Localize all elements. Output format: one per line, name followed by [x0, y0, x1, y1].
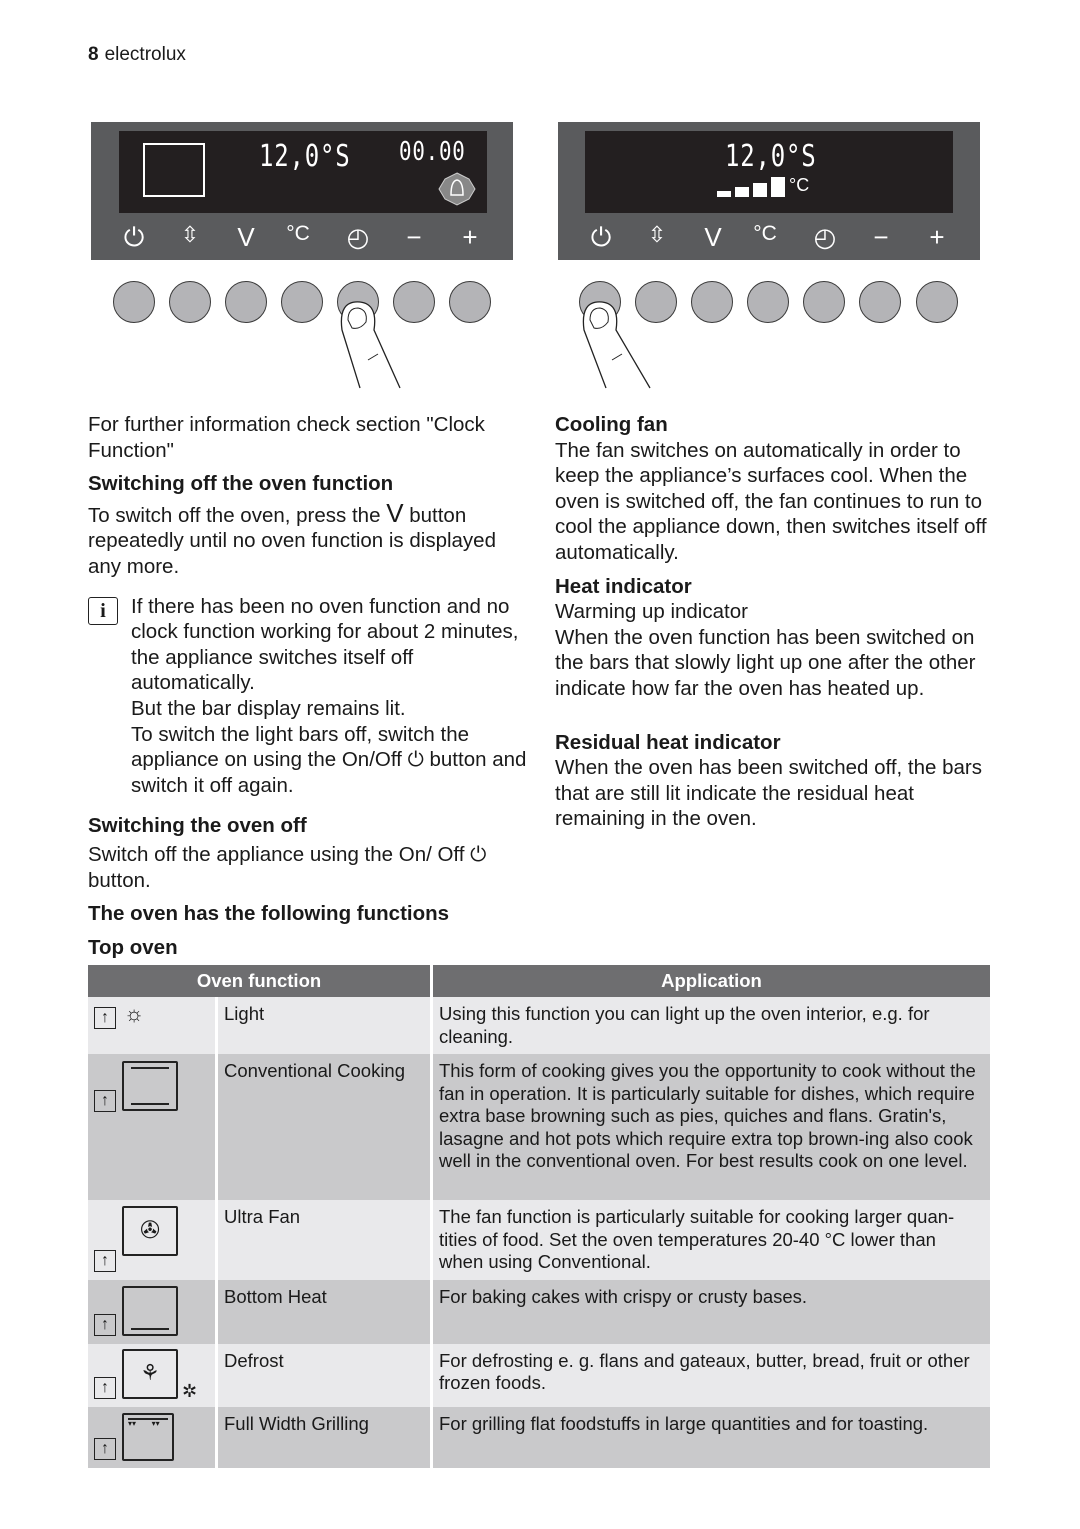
power-icon: ⏻ — [123, 222, 145, 252]
bell-icon — [438, 172, 476, 206]
light-icon: ↑ ☼ — [88, 997, 218, 1054]
right-column: Cooling fan The fan switches on automati… — [555, 412, 995, 832]
display: 12,0°S °C — [585, 131, 953, 213]
info-note: i If there has been no oven function and… — [88, 594, 528, 799]
v-icon: V — [386, 497, 404, 528]
function-name: Ultra Fan — [218, 1200, 433, 1280]
left-column: For further information check section "C… — [88, 412, 528, 960]
function-name: Bottom Heat — [218, 1279, 433, 1344]
defrost-icon: ↑ ⚘ ✲ — [88, 1343, 218, 1407]
down-button[interactable] — [225, 281, 267, 323]
function-select-icon: ⇳ — [647, 222, 667, 247]
body-text: Warming up indicator — [555, 600, 748, 624]
power-icon: ⏻ — [590, 222, 612, 252]
body-text: The fan switches on automatically in ord… — [555, 438, 987, 564]
control-panel-left: 12,0°S 00.00 ⏻ ⇳ V °C ◴ − + — [91, 122, 513, 260]
table-row: ↑ ✇ Ultra Fan The fan function is particu… — [88, 1200, 990, 1280]
body-text: When the oven function has been switched… — [555, 625, 976, 700]
function-name: Full Width Grilling — [218, 1406, 433, 1468]
plus-icon: + — [462, 222, 478, 252]
body-text: To switch off the oven, press the — [88, 503, 381, 527]
function-select-icon: ⇳ — [180, 222, 200, 247]
heat-bars-icon — [717, 177, 785, 197]
function-name: Conventional Cooking — [218, 1054, 433, 1200]
temperature-button[interactable] — [747, 281, 789, 323]
function-application: For baking cakes with crispy or crusty b… — [433, 1279, 990, 1344]
section-title: Switching off the oven function — [88, 472, 394, 496]
celsius-icon: °C — [753, 222, 777, 245]
function-application: For grilling flat foodstuffs in large qu… — [433, 1406, 990, 1468]
celsius-unit: °C — [789, 175, 810, 195]
body-text: button. — [88, 868, 151, 892]
column-header: Application — [433, 965, 990, 997]
function-application: This form of cooking gives you the oppor… — [433, 1054, 990, 1200]
intro-text: For further information check section "C… — [88, 413, 485, 462]
table-row: ↑ Bottom Heat For baking cakes with cris… — [88, 1279, 990, 1344]
function-box-icon — [143, 143, 205, 197]
clock-icon: ◴ — [813, 222, 837, 252]
table-row: ↑ ☼ Light Using this function you can lig… — [88, 997, 990, 1054]
page-header: 8 electrolux — [88, 44, 186, 66]
finger-icon — [340, 301, 401, 389]
table-row: ↑ ▾▾ ▾▾ Full Width Grilling For grilling … — [88, 1406, 990, 1468]
temperature-button[interactable] — [281, 281, 323, 323]
body-text: When the oven has been switched off, the… — [555, 756, 982, 831]
body-text: Switch off the appliance using the On/ O… — [88, 842, 465, 866]
page-number: 8 — [88, 44, 99, 65]
function-name: Light — [218, 997, 433, 1054]
celsius-icon: °C — [286, 222, 310, 245]
temperature-readout: 12,0°S — [725, 139, 817, 174]
v-icon: V — [237, 222, 255, 252]
clock-readout: 00.00 — [399, 137, 466, 167]
table-row: ↑ Conventional Cooking This form of cook… — [88, 1054, 990, 1200]
plus-button[interactable] — [449, 281, 491, 323]
control-panel-right: 12,0°S °C ⏻ ⇳ V °C ◴ − + — [558, 122, 980, 260]
temperature-readout: 12,0°S — [259, 139, 351, 174]
function-name: Defrost — [218, 1343, 433, 1407]
function-application: For defrosting e. g. flans and gateaux, … — [433, 1343, 990, 1407]
conventional-cooking-icon: ↑ — [88, 1054, 218, 1200]
v-icon: V — [704, 222, 722, 252]
plus-icon: + — [929, 222, 945, 252]
info-icon: i — [88, 596, 118, 625]
finger-icon — [582, 301, 651, 389]
info-text: If there has been no oven function and n… — [131, 594, 519, 695]
clock-button[interactable] — [803, 281, 845, 323]
plus-button[interactable] — [916, 281, 958, 323]
minus-icon: − — [406, 222, 422, 252]
minus-icon: − — [873, 222, 889, 252]
section-title: Cooling fan — [555, 413, 668, 436]
section-title: Top oven — [88, 935, 178, 959]
table-row: ↑ ⚘ ✲ Defrost For defrosting e. g. flans a… — [88, 1343, 990, 1407]
power-button[interactable] — [113, 281, 155, 323]
full-width-grilling-icon: ↑ ▾▾ ▾▾ — [88, 1406, 218, 1468]
function-application: Using this function you can light up the… — [433, 997, 990, 1054]
power-icon: ⏻ — [470, 842, 487, 866]
oven-functions-table: Oven function Application ↑ ☼ Light Using … — [88, 965, 990, 1468]
brand: electrolux — [104, 44, 186, 65]
info-text: But the bar display remains lit. — [131, 696, 406, 720]
ultra-fan-icon: ↑ ✇ — [88, 1200, 218, 1280]
function-application: The fan function is particularly suitabl… — [433, 1200, 990, 1280]
section-title: Switching the oven off — [88, 814, 307, 838]
bottom-heat-icon: ↑ — [88, 1279, 218, 1344]
clock-icon: ◴ — [346, 222, 370, 252]
section-title: Heat indicator — [555, 574, 692, 598]
down-button[interactable] — [691, 281, 733, 323]
column-header: Oven function — [88, 965, 433, 997]
minus-button[interactable] — [859, 281, 901, 323]
section-title: Residual heat indicator — [555, 730, 781, 754]
power-icon: ⏻ — [407, 748, 424, 772]
manual-page: 8 electrolux 12,0°S 00.00 ⏻ ⇳ V °C ◴ − + … — [0, 0, 1080, 1529]
display: 12,0°S 00.00 — [119, 131, 487, 213]
section-title: The oven has the following functions — [88, 902, 450, 926]
function-button[interactable] — [169, 281, 211, 323]
